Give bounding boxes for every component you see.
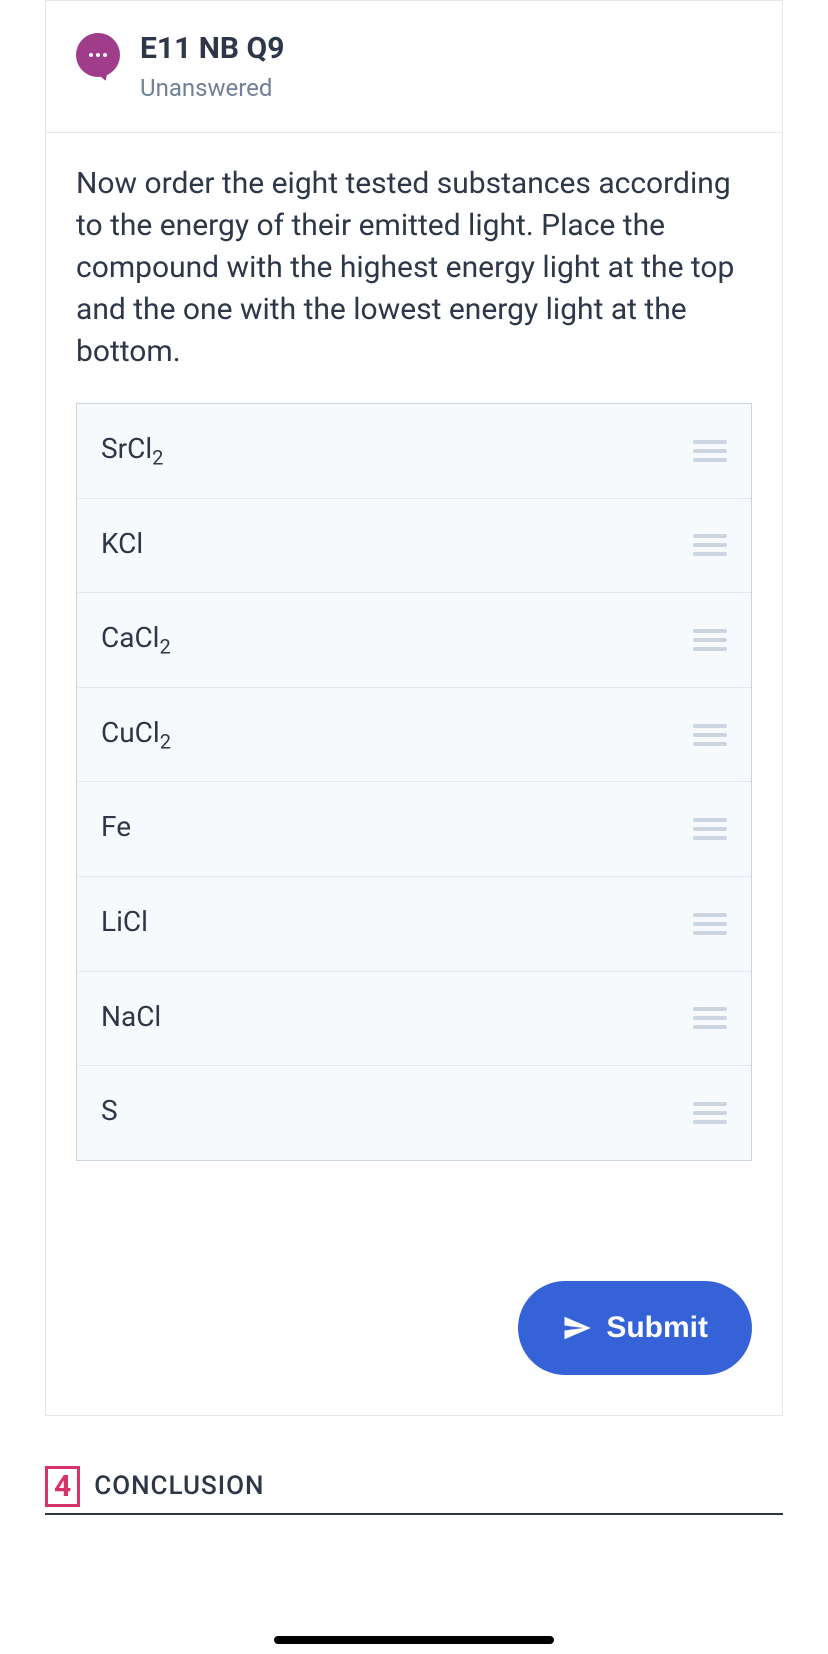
drag-handle-icon[interactable] xyxy=(693,913,727,935)
item-label: Fe xyxy=(101,810,131,848)
home-indicator[interactable] xyxy=(274,1636,554,1644)
item-label: CaCl2 xyxy=(101,621,171,659)
drag-handle-icon[interactable] xyxy=(693,724,727,746)
sortable-item-fe[interactable]: Fe xyxy=(77,782,751,877)
speech-bubble-icon xyxy=(76,33,120,77)
question-prompt: Now order the eight tested substances ac… xyxy=(76,163,752,373)
sortable-item-kcl[interactable]: KCl xyxy=(77,499,751,594)
section-number: 4 xyxy=(54,1469,71,1504)
drag-handle-icon[interactable] xyxy=(693,818,727,840)
sortable-item-srcl2[interactable]: SrCl2 xyxy=(77,404,751,499)
question-status: Unanswered xyxy=(140,74,284,102)
sortable-item-s[interactable]: S xyxy=(77,1066,751,1160)
drag-handle-icon[interactable] xyxy=(693,534,727,556)
question-body: Now order the eight tested substances ac… xyxy=(46,133,782,1415)
drag-handle-icon[interactable] xyxy=(693,1102,727,1124)
question-card: E11 NB Q9 Unanswered Now order the eight… xyxy=(45,0,783,1416)
section-title: CONCLUSION xyxy=(94,1471,264,1501)
item-label: LiCl xyxy=(101,905,148,943)
item-label: NaCl xyxy=(101,1000,161,1038)
item-label: KCl xyxy=(101,527,143,565)
drag-handle-icon[interactable] xyxy=(693,440,727,462)
question-title: E11 NB Q9 xyxy=(140,31,284,66)
submit-button[interactable]: Submit xyxy=(518,1281,752,1375)
section-header: 4 CONCLUSION xyxy=(45,1466,783,1515)
send-icon xyxy=(562,1313,592,1343)
item-label: CuCl2 xyxy=(101,716,171,754)
item-label: S xyxy=(101,1094,118,1132)
section-number-box: 4 xyxy=(45,1466,80,1507)
drag-handle-icon[interactable] xyxy=(693,1007,727,1029)
sortable-item-cacl2[interactable]: CaCl2 xyxy=(77,593,751,688)
sortable-list: SrCl2 KCl CaCl2 CuCl2 xyxy=(76,403,752,1161)
drag-handle-icon[interactable] xyxy=(693,629,727,651)
sortable-item-cucl2[interactable]: CuCl2 xyxy=(77,688,751,783)
sortable-item-nacl[interactable]: NaCl xyxy=(77,972,751,1067)
question-header: E11 NB Q9 Unanswered xyxy=(46,1,782,133)
sortable-item-licl[interactable]: LiCl xyxy=(77,877,751,972)
item-label: SrCl2 xyxy=(101,432,163,470)
submit-label: Submit xyxy=(606,1311,708,1345)
